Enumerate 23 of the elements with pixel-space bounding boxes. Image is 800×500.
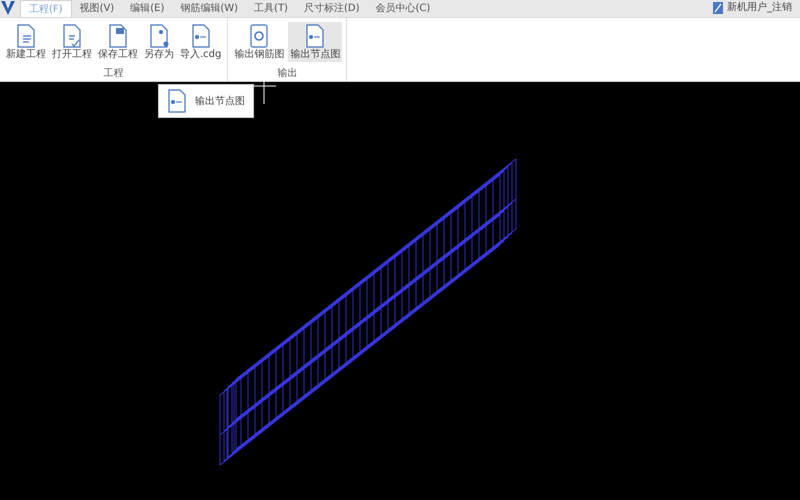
document-icon xyxy=(62,24,82,48)
group-title: 工程 xyxy=(104,69,124,79)
menu-tab[interactable]: 工具(T) xyxy=(246,0,296,17)
crosshair-cursor-icon xyxy=(252,82,276,104)
group-title: 输出 xyxy=(277,69,298,79)
app-logo-icon[interactable] xyxy=(0,0,16,16)
menu-tab[interactable]: 编辑(E) xyxy=(122,0,172,17)
ribbon-button[interactable]: 输出节点图 xyxy=(288,22,342,62)
menu-tab[interactable]: 视图(V) xyxy=(72,0,122,17)
gear-document-icon xyxy=(249,24,270,48)
menu-tab[interactable]: 会员中心(C) xyxy=(367,0,438,17)
menu-tab[interactable]: 尺寸标注(D) xyxy=(296,0,368,17)
user-logout-link[interactable]: 新机用户_注销 xyxy=(727,0,792,15)
document-icon xyxy=(16,24,36,48)
document-icon xyxy=(108,24,128,48)
document-icon xyxy=(190,24,211,48)
user-icon[interactable] xyxy=(713,2,723,14)
document-icon xyxy=(149,24,169,48)
ribbon-button[interactable]: 导入.cdg xyxy=(178,22,224,62)
document-icon xyxy=(305,24,326,48)
tooltip: 输出节点图 xyxy=(158,84,254,118)
document-icon xyxy=(167,89,187,113)
menu-tab[interactable]: 钢筋编辑(W) xyxy=(172,0,246,17)
